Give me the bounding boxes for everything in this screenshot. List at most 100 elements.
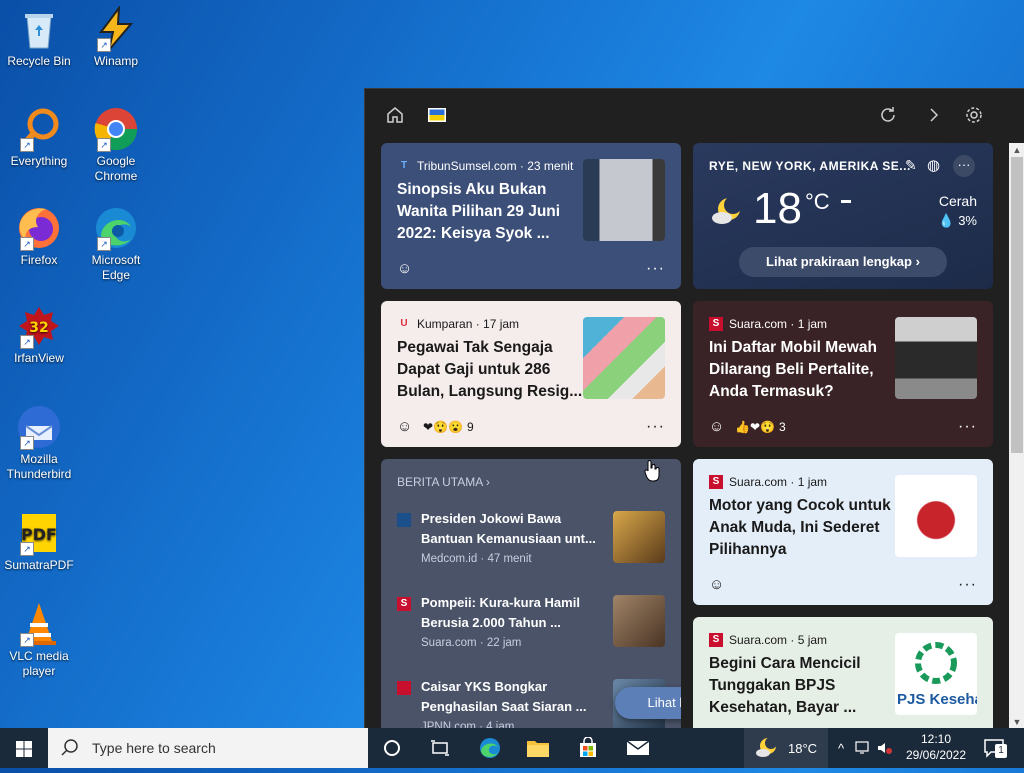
mail-icon [626, 740, 650, 755]
desktop-icon-google-chrome[interactable]: ↗ Google Chrome [78, 106, 154, 184]
tribun-logo-icon: T [400, 160, 408, 171]
vlc-icon: ↗ [16, 601, 62, 647]
desktop-icon-label: Everything [10, 154, 68, 168]
news-card-suara-motor[interactable]: S Suara.com · 1 jam Motor yang Cocok unt… [693, 459, 993, 605]
taskbar-store[interactable] [564, 728, 612, 768]
weather-card[interactable]: RYE, NEW YORK, AMERIKA SE... ✎ ◍ ··· 18 … [693, 143, 993, 289]
more-options-button[interactable]: ··· [953, 155, 975, 177]
story-headline: Presiden Jokowi Bawa Bantuan Kemanusiaan… [421, 511, 596, 546]
card-footer: ☺ ··· [709, 575, 977, 595]
settings-button[interactable] [960, 105, 988, 129]
card-footer: ☺ ❤😲😮 9 ··· [397, 417, 665, 437]
weather-unit[interactable]: °C [805, 189, 830, 215]
scroll-up-icon[interactable]: ▲ [1009, 143, 1024, 157]
refresh-button[interactable] [874, 105, 902, 129]
add-reaction-icon[interactable]: ☺ [709, 418, 727, 436]
chevron-right-icon: › [485, 475, 490, 489]
volume-muted-icon[interactable] [876, 740, 894, 756]
windows-logo-icon [16, 741, 32, 757]
scroll-down-icon[interactable]: ▼ [1009, 715, 1024, 729]
news-thumbnail [895, 317, 977, 399]
taskbar: Type here to search 18°C ^ 12:10 29/06/2… [0, 728, 1024, 768]
desktop-icon-microsoft-edge[interactable]: ↗ Microsoft Edge [78, 205, 154, 283]
desktop-icon-label: VLC media player [9, 649, 69, 678]
weather-precip: 💧 3% [938, 213, 977, 229]
widget-tab-button[interactable] [423, 105, 451, 129]
jpnn-logo-icon [397, 681, 411, 695]
top-story-item[interactable]: Presiden Jokowi Bawa Bantuan Kemanusiaan… [397, 509, 665, 579]
clock-date: 29/06/2022 [905, 748, 967, 762]
more-options-button[interactable]: ··· [646, 260, 665, 278]
weather-globe-icon[interactable]: ◍ [927, 156, 940, 174]
card-headline[interactable]: Sinopsis Aku Bukan Wanita Pilihan 29 Jun… [397, 179, 583, 245]
taskbar-clock[interactable]: 12:10 29/06/2022 [900, 731, 972, 763]
edit-location-icon[interactable]: ✎ [905, 157, 917, 174]
desktop-icon-firefox[interactable]: ↗ Firefox [1, 205, 77, 268]
source-text: Suara.com · 1 jam [729, 317, 828, 331]
notification-center-button[interactable]: 1 [978, 728, 1018, 768]
story-source: Suara.com · 22 jam [421, 637, 522, 649]
desktop-icon-mozilla-thunderbird[interactable]: ↗ Mozilla Thunderbird [1, 404, 77, 482]
desktop-icon-vlc[interactable]: ↗ VLC media player [1, 601, 77, 679]
top-stories-card: BERITA UTAMA › Presiden Jokowi Bawa Bant… [381, 459, 681, 729]
suara-logo-icon: S [709, 317, 723, 331]
widgets-scrollbar[interactable]: ▲ ▼ [1009, 143, 1024, 729]
card-headline[interactable]: Ini Daftar Mobil Mewah Dilarang Beli Per… [709, 337, 895, 403]
news-thumbnail: PJS Keseha [895, 633, 977, 715]
desktop-icon-label: Winamp [93, 54, 138, 68]
top-stories-header[interactable]: BERITA UTAMA › [397, 475, 490, 489]
precip-value: 3% [958, 213, 977, 228]
rain-drop-icon: 💧 [938, 213, 955, 228]
desktop-icon-irfanview[interactable]: 32 ↗ IrfanView [1, 303, 77, 366]
more-options-button[interactable]: ··· [958, 418, 977, 436]
suara-logo-icon: S [397, 597, 411, 611]
system-tray: ^ [832, 728, 894, 768]
add-reaction-icon[interactable]: ☺ [709, 576, 727, 594]
taskbar-weather-button[interactable]: 18°C [744, 728, 828, 768]
news-card-suara-bpjs[interactable]: S Suara.com · 5 jam Begini Cara Mencicil… [693, 617, 993, 729]
more-options-button[interactable]: ··· [958, 576, 977, 594]
source-text: Suara.com · 5 jam [729, 633, 828, 647]
full-forecast-button[interactable]: Lihat prakiraan lengkap › [739, 247, 947, 277]
see-more-button[interactable]: Lihat lainnya › [615, 687, 681, 719]
add-reaction-icon[interactable]: ☺ [397, 418, 415, 436]
card-headline[interactable]: Motor yang Cocok untuk Anak Muda, Ini Se… [709, 495, 895, 561]
forward-button[interactable] [920, 105, 948, 129]
card-headline[interactable]: Pegawai Tak Sengaja Dapat Gaji untuk 286… [397, 337, 583, 403]
taskbar-edge[interactable] [466, 728, 514, 768]
cortana-button[interactable] [368, 728, 416, 768]
desktop-icon-label: Recycle Bin [7, 54, 71, 68]
mouse-cursor [644, 460, 660, 482]
news-card-kumparan[interactable]: U Kumparan · 17 jam Pegawai Tak Sengaja … [381, 301, 681, 447]
network-icon[interactable] [854, 740, 872, 756]
desktop-icon-label: Google Chrome [94, 154, 138, 183]
news-card-suara-mobil[interactable]: S Suara.com · 1 jam Ini Daftar Mobil Mew… [693, 301, 993, 447]
scrollbar-thumb[interactable] [1011, 157, 1023, 453]
start-button[interactable] [0, 728, 48, 768]
news-card-tribun[interactable]: T TribunSumsel.com · 23 menit Sinopsis A… [381, 143, 681, 289]
top-story-item[interactable]: S Pompeii: Kura-kura Hamil Berusia 2.000… [397, 593, 665, 663]
chevron-up-icon[interactable]: ^ [832, 741, 850, 756]
taskbar-file-explorer[interactable] [514, 728, 562, 768]
desktop-icon-recycle-bin[interactable]: Recycle Bin [1, 6, 77, 69]
more-options-button[interactable]: ··· [646, 418, 665, 436]
task-view-button[interactable] [416, 728, 464, 768]
folder-icon [527, 741, 549, 757]
taskbar-mail[interactable] [614, 728, 662, 768]
home-button[interactable] [381, 105, 409, 129]
desktop-icon-everything[interactable]: ↗ Everything [1, 106, 77, 169]
desktop-icon-label: SumatraPDF [4, 558, 74, 572]
taskbar-weather-temp: 18°C [788, 740, 818, 756]
card-footer: ☺ ··· [397, 259, 665, 279]
card-headline[interactable]: Begini Cara Mencicil Tunggakan BPJS Kese… [709, 653, 895, 719]
card-source: S Suara.com · 1 jam [709, 475, 827, 489]
taskbar-search[interactable]: Type here to search [48, 728, 368, 768]
home-icon [387, 107, 403, 123]
desktop-icon-winamp[interactable]: ↗ Winamp [78, 4, 154, 69]
firefox-icon: ↗ [16, 205, 62, 251]
add-reaction-icon[interactable]: ☺ [397, 260, 415, 278]
desktop-icon-sumatrapdf[interactable]: PDF ↗ SumatraPDF [1, 510, 77, 573]
sumatrapdf-icon: PDF ↗ [16, 510, 62, 556]
search-placeholder: Type here to search [92, 740, 216, 756]
irfanview-icon: 32 ↗ [16, 303, 62, 349]
